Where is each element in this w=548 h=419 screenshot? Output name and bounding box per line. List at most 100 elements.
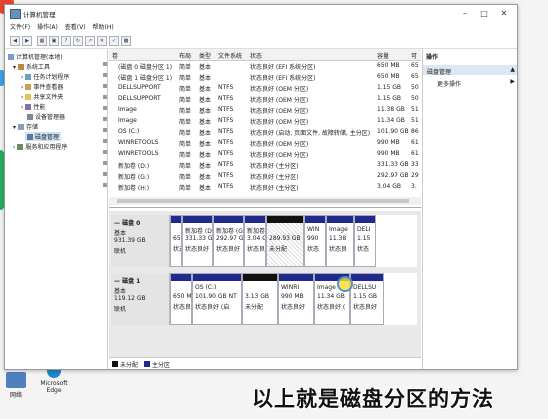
partition-size: 1.15 GB (353, 293, 378, 300)
chevron-right-icon[interactable]: › (21, 84, 23, 91)
menu-view[interactable]: 查看(V) (65, 22, 86, 31)
tree-item-storage[interactable]: ▾ 存储 (13, 122, 38, 131)
disk-view-icon[interactable]: ▩ (121, 36, 131, 46)
table-row[interactable]: DELLSUPPORT 简单 基本 NTFS 状态良好 (OEM 分区) 1.15 GB 5… (103, 94, 421, 104)
table-row[interactable]: DELLSUPPORT 简单 基本 NTFS 状态良好 (OEM 分区) 1.15 GB 5… (103, 83, 421, 93)
table-row[interactable]: (磁盘 0 磁盘分区 1) 简单 基本 状态良好 (EFI 系统分区) 650 MB 65 (103, 61, 421, 71)
chevron-right-icon[interactable]: › (21, 94, 23, 101)
disk-0-partition[interactable]: 新加卷 3.04 C 状态良 (244, 215, 266, 267)
menu-file[interactable]: 文件(F) (10, 22, 30, 31)
table-cell: 基本 (199, 64, 212, 71)
maximize-button[interactable]: □ (477, 8, 491, 19)
table-cell: WINRETOOLS (118, 150, 159, 157)
column-header-filesystem[interactable]: 文件系统 (218, 51, 242, 60)
close-button[interactable]: ✕ (497, 8, 511, 19)
table-row[interactable]: 新加卷 (H:) 简单 基本 NTFS 状态良好 (主分区) 3.04 GB 3. (103, 182, 421, 192)
partition-status: 状态良好 (216, 246, 241, 253)
help-icon[interactable]: ? (61, 36, 71, 46)
disk-1-partition[interactable]: WINRI 990 MB 状态良好 (278, 273, 314, 325)
chevron-right-icon[interactable]: › (21, 104, 23, 111)
table-cell: DELLSUPPORT (118, 84, 161, 91)
legend-swatch-primary (144, 361, 150, 367)
forward-icon[interactable]: ▶ (22, 36, 32, 46)
tree-item-shared-folders[interactable]: › 共享文件夹 (21, 92, 63, 101)
column-header-free[interactable]: 可 (411, 51, 417, 60)
table-row[interactable]: 新加卷 (G:) 简单 基本 NTFS 状态良好 (主分区) 292.97 GB 29 (103, 171, 421, 181)
menu-action[interactable]: 操作(A) (37, 22, 58, 31)
minimize-button[interactable]: – (458, 8, 472, 19)
legend-label-primary: 主分区 (152, 362, 171, 369)
disk-1-partition[interactable]: DELLSU 1.15 GB 状态良好 (350, 273, 384, 325)
disk-0-partition[interactable]: WIN 990 状态 (304, 215, 326, 267)
table-cell: 新加卷 (G:) (118, 174, 150, 181)
tree-item-system-tools[interactable]: ▾ 系统工具 (13, 62, 50, 71)
table-row[interactable]: OS (C:) 简单 基本 NTFS 状态良好 (启动, 页面文件, 故障转储, 主分区… (103, 127, 421, 137)
column-header-capacity[interactable]: 容量 (377, 51, 389, 60)
disk-0-partition[interactable]: 新加卷 (D:331.33 GB 状态良好 (182, 215, 213, 267)
table-row[interactable]: 新加卷 (D:) 简单 基本 NTFS 状态良好 (主分区) 331.33 GB 33 (103, 160, 421, 170)
chevron-down-icon[interactable]: ▾ (13, 64, 16, 71)
table-cell: 简单 (179, 130, 192, 137)
partition-status: 状态良好 ( (317, 304, 346, 311)
desktop-icon-network[interactable]: 网络 (0, 372, 34, 399)
column-header-status[interactable]: 状态 (250, 51, 262, 60)
table-cell: 简单 (179, 185, 192, 192)
disk-0-partition[interactable]: 289.93 GB 未分配 (266, 215, 304, 267)
partition-name: 新加卷 (D: (185, 228, 213, 235)
table-cell: 650 MB (377, 73, 400, 80)
table-cell: (磁盘 0 磁盘分区 1) (118, 64, 173, 71)
tree-item-services[interactable]: › 服务和应用程序 (13, 142, 67, 151)
tree-item-device-manager[interactable]: 设备管理器 (27, 112, 65, 121)
table-cell: 990 MB (377, 150, 400, 157)
title-bar[interactable]: 计算机管理 – □ ✕ (5, 5, 517, 22)
console-tree-icon[interactable]: ▦ (37, 36, 47, 46)
table-cell: 基本 (199, 86, 212, 93)
tree-item-disk-management[interactable]: 磁盘管理 (25, 132, 62, 141)
partition-type-bar (245, 216, 265, 223)
tree-root[interactable]: 计算机管理(本地) (8, 52, 63, 61)
table-row[interactable]: WINRETOOLS 简单 基本 NTFS 状态良好 (OEM 分区) 990 MB 61 (103, 138, 421, 148)
table-cell: WINRETOOLS (118, 139, 159, 146)
table-row[interactable]: (磁盘 1 磁盘分区 1) 简单 基本 状态良好 (EFI 系统分区) 650 MB 65 (103, 72, 421, 82)
disk-0-partition[interactable]: DELI 1.15 状态 (354, 215, 376, 267)
network-icon (6, 372, 26, 388)
refresh-icon[interactable]: ↻ (73, 36, 83, 46)
chevron-down-icon[interactable]: ▾ (13, 124, 16, 131)
disk-0-partition[interactable]: 新加卷 (G:292.97 GB 状态良好 (213, 215, 244, 267)
export-icon[interactable]: ↗ (85, 36, 95, 46)
disk-1-partition[interactable]: 650 M 状态良 (170, 273, 192, 325)
scrollbar-thumb[interactable] (117, 199, 409, 203)
disk-0-partition[interactable]: Image 11.38 状态良 (326, 215, 354, 267)
table-row[interactable]: Image 简单 基本 NTFS 状态良好 (OEM 分区) 11.38 GB 51 (103, 105, 421, 115)
check-icon[interactable]: ✓ (109, 36, 119, 46)
tree-item-event-viewer[interactable]: › 事件查看器 (21, 82, 63, 91)
disk-0-label[interactable]: — 磁盘 0 基本 931.39 GB 联机 (111, 215, 170, 267)
partition-size: 650 M (173, 293, 192, 300)
disk-1-partition[interactable]: OS (C:) 101.90 GB NT 状态良好 (启 (192, 273, 242, 325)
chevron-right-icon[interactable]: › (21, 74, 23, 81)
tree-item-label: 事件查看器 (33, 84, 64, 91)
disk-1-partition[interactable]: 3.13 GB 未分配 (242, 273, 278, 325)
table-row[interactable]: Image 简单 基本 NTFS 状态良好 (OEM 分区) 11.34 GB 51 (103, 116, 421, 126)
table-cell: 简单 (179, 119, 192, 126)
column-header-volume[interactable]: 卷 (112, 51, 118, 60)
back-icon[interactable]: ◀ (10, 36, 20, 46)
actions-more[interactable]: 更多操作 ▶ (423, 77, 517, 88)
disk-1-label[interactable]: — 磁盘 1 基本 119.12 GB 联机 (111, 273, 170, 325)
collapse-up-icon[interactable]: ▲ (510, 66, 515, 73)
menu-help[interactable]: 帮助(H) (93, 22, 114, 31)
tree-item-task-scheduler[interactable]: › 任务计划程序 (21, 72, 69, 81)
table-cell: 简单 (179, 86, 192, 93)
table-row[interactable]: WINRETOOLS 简单 基本 NTFS 状态良好 (OEM 分区) 990 MB 61 (103, 149, 421, 159)
chevron-right-icon[interactable]: › (13, 144, 15, 151)
partition-name: WINRI (281, 284, 300, 291)
tree-item-performance[interactable]: › 性能 (21, 102, 45, 111)
delete-icon[interactable]: ✕ (97, 36, 107, 46)
properties-icon[interactable]: ▣ (49, 36, 59, 46)
volume-list: 卷 布局 类型 文件系统 状态 容量 可 (磁盘 0 磁盘分区 1) 简单 基本 状态… (103, 49, 421, 208)
disk-0-partition[interactable]: 650 状态 (170, 215, 182, 267)
actions-section-disk-management[interactable]: 磁盘管理 ▲ (423, 65, 517, 76)
column-header-layout[interactable]: 布局 (179, 51, 191, 60)
column-header-type[interactable]: 类型 (199, 51, 211, 60)
horizontal-scrollbar[interactable] (109, 197, 421, 205)
